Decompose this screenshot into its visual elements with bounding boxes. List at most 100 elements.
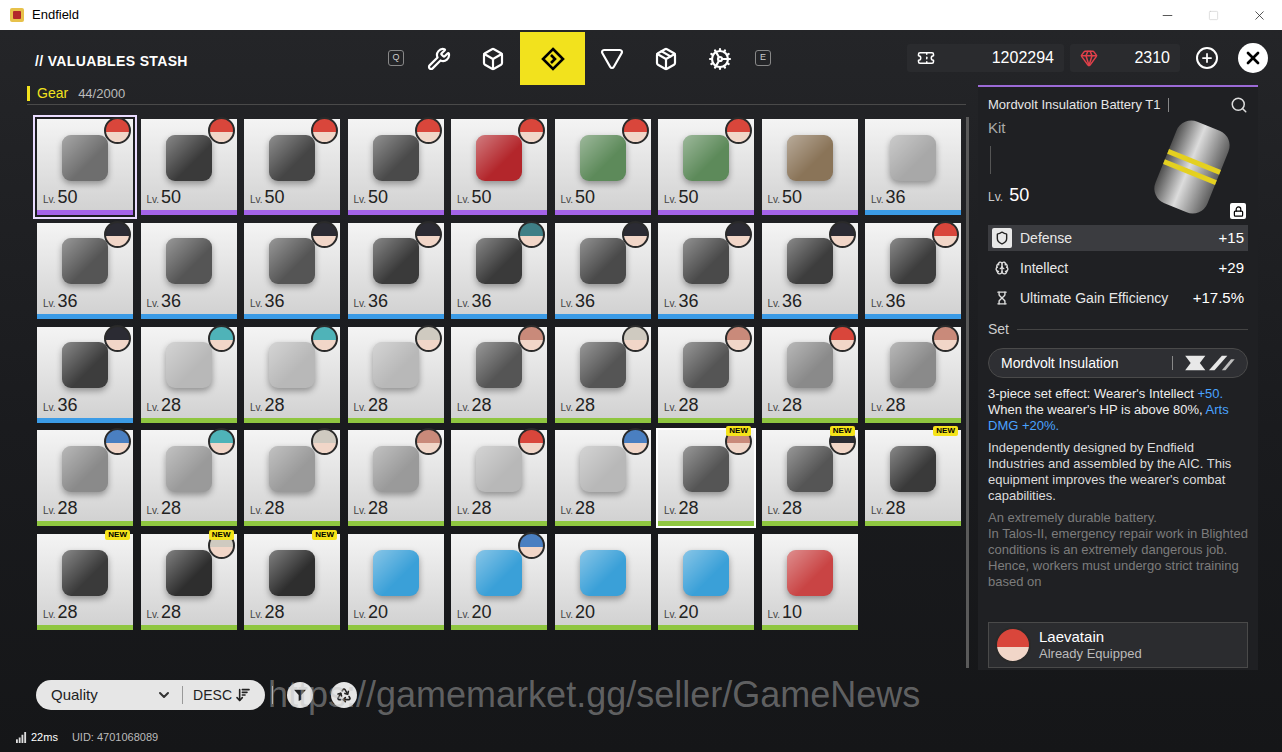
gear-item[interactable]: Lv.28 <box>37 430 133 526</box>
sort-field[interactable]: Quality <box>36 684 98 707</box>
category-tab[interactable] <box>693 32 747 85</box>
gear-item[interactable]: Lv.28 <box>451 430 547 526</box>
gear-item[interactable]: Lv.36 <box>865 119 961 215</box>
level-label: Lv. <box>354 296 367 311</box>
prev-tab-key[interactable]: Q <box>388 50 404 66</box>
inspect-icon[interactable] <box>1230 96 1248 114</box>
gear-item[interactable]: Lv.50 <box>658 119 754 215</box>
gear-item[interactable]: Lv.50 <box>555 119 651 215</box>
gear-item[interactable]: Lv.28NEW <box>865 430 961 526</box>
rarity-bar <box>141 314 237 319</box>
scrollbar[interactable] <box>966 85 970 722</box>
gear-item[interactable]: Lv.28 <box>141 327 237 423</box>
gear-item[interactable]: Lv.28NEW <box>141 534 237 630</box>
gear-item[interactable]: Lv.28 <box>348 430 444 526</box>
level-label: Lv. <box>871 296 884 311</box>
equipped-card[interactable]: LaevatainAlready Equipped <box>988 614 1248 668</box>
item-level: 28 <box>265 396 285 414</box>
level-label: Lv. <box>43 400 56 415</box>
operator-avatar <box>518 532 545 559</box>
gear-item[interactable]: Lv.36 <box>451 223 547 319</box>
add-currency-button[interactable] <box>1196 47 1218 69</box>
status-bar: 22msUID: 4701068089 <box>0 722 1282 752</box>
gear-item[interactable]: Lv.20 <box>658 534 754 630</box>
item-artwork <box>1136 115 1248 219</box>
next-tab-key[interactable]: E <box>755 50 771 66</box>
rarity-bar <box>658 418 754 423</box>
gear-item[interactable]: Lv.28 <box>658 327 754 423</box>
stat-value: +29 <box>1219 257 1244 280</box>
gear-item[interactable]: Lv.20 <box>451 534 547 630</box>
recycle-button[interactable] <box>331 682 357 708</box>
lock-button[interactable] <box>1230 203 1246 219</box>
item-level: 50 <box>58 188 78 206</box>
gear-item[interactable]: Lv.50 <box>141 119 237 215</box>
close-button[interactable] <box>1236 0 1282 30</box>
item-level: 28 <box>161 603 181 621</box>
gear-item[interactable]: Lv.36 <box>762 223 858 319</box>
operator-avatar <box>932 221 959 248</box>
level-label: Lv. <box>354 607 367 622</box>
gear-item[interactable]: Lv.20 <box>348 534 444 630</box>
gear-item[interactable]: Lv.28 <box>451 327 547 423</box>
gear-item[interactable]: Lv.50 <box>762 119 858 215</box>
gear-item[interactable]: Lv.28 <box>244 327 340 423</box>
operator-avatar <box>311 117 338 144</box>
gear-item[interactable]: Lv.28 <box>141 430 237 526</box>
gear-item[interactable]: Lv.20 <box>555 534 651 630</box>
item-level: 28 <box>472 499 492 517</box>
item-level: 36 <box>575 292 595 310</box>
level-label: Lv. <box>768 192 781 207</box>
gear-item[interactable]: Lv.50 <box>451 119 547 215</box>
gear-item[interactable]: Lv.28 <box>244 430 340 526</box>
category-tab[interactable] <box>520 32 585 85</box>
minimize-button[interactable] <box>1144 0 1190 30</box>
category-header: Gear44/2000 <box>27 85 966 105</box>
rarity-bar <box>451 210 547 215</box>
gear-item[interactable]: Lv.36 <box>555 223 651 319</box>
level-label: Lv. <box>561 296 574 311</box>
category-tab[interactable] <box>412 32 466 85</box>
category-tab[interactable] <box>466 32 520 85</box>
currency-value: 1202294 <box>992 46 1054 70</box>
category-tab[interactable] <box>585 32 639 85</box>
gear-item[interactable]: Lv.28 <box>348 327 444 423</box>
gear-item[interactable]: Lv.28NEW <box>244 534 340 630</box>
category-tab[interactable] <box>639 32 693 85</box>
rarity-bar <box>762 210 858 215</box>
sort-control[interactable]: Quality DESC <box>36 680 265 710</box>
set-pill[interactable]: Mordvolt Insulation <box>988 348 1248 378</box>
gear-item[interactable]: Lv.28 <box>865 327 961 423</box>
gear-item[interactable]: Lv.28 <box>555 430 651 526</box>
stat-row: Intellect+29 <box>988 255 1248 281</box>
filter-button[interactable] <box>287 682 313 708</box>
gear-item[interactable]: Lv.28NEW <box>762 430 858 526</box>
gear-item[interactable]: Lv.50 <box>37 119 133 215</box>
gear-item[interactable]: Lv.36 <box>348 223 444 319</box>
rarity-bar <box>865 210 961 215</box>
gear-item[interactable]: Lv.36 <box>37 327 133 423</box>
item-level: 36 <box>472 292 492 310</box>
gear-item[interactable]: Lv.28NEW <box>658 430 754 526</box>
gear-item[interactable]: Lv.36 <box>141 223 237 319</box>
gear-item[interactable]: Lv.36 <box>658 223 754 319</box>
level-label: Lv. <box>250 400 263 415</box>
operator-avatar <box>415 325 442 352</box>
gear-item[interactable]: Lv.28 <box>555 327 651 423</box>
gear-item[interactable]: Lv.10 <box>762 534 858 630</box>
header: // VALUABLES STASHQE12022942310 <box>0 30 1282 85</box>
level-label: Lv. <box>354 400 367 415</box>
gear-item[interactable]: Lv.50 <box>348 119 444 215</box>
detail-panel: Mordvolt Insulation Battery T1KitLv.50De… <box>978 85 1258 670</box>
close-stash-button[interactable] <box>1238 43 1268 73</box>
signal-icon <box>16 732 27 743</box>
gear-item[interactable]: Lv.50 <box>244 119 340 215</box>
gear-item[interactable]: Lv.36 <box>244 223 340 319</box>
gear-item[interactable]: Lv.36 <box>865 223 961 319</box>
gear-item[interactable]: Lv.28NEW <box>37 534 133 630</box>
rarity-bar <box>37 418 133 423</box>
sort-order[interactable]: DESC <box>193 685 232 706</box>
gear-item[interactable]: Lv.28 <box>762 327 858 423</box>
item-level: 28 <box>368 396 388 414</box>
gear-item[interactable]: Lv.36 <box>37 223 133 319</box>
